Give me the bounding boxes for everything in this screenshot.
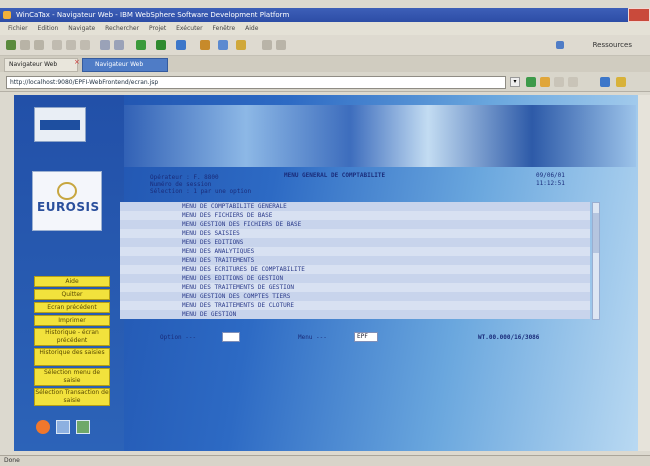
history-entries-button[interactable]: Historique des saisies	[34, 348, 110, 366]
menu-list-item[interactable]: MENU DE GESTION	[120, 310, 590, 319]
previous-screen-button[interactable]: Ecran précédent	[34, 302, 110, 313]
chevron-down-icon[interactable]: ▾	[510, 77, 520, 87]
menu-list-item[interactable]: MENU DE COMPTABILITE GENERALE	[120, 202, 590, 211]
perspective-icon	[556, 41, 564, 49]
screen-code: WT.00.000/16/3086	[478, 334, 540, 341]
menu-list-item[interactable]: MENU DES ANALYTIQUES	[120, 247, 590, 256]
home-icon[interactable]	[600, 77, 610, 87]
menu-list-item[interactable]: MENU DES TRAITEMENTS DE CLOTURE	[120, 301, 590, 310]
select-entry-menu-button[interactable]: Sélection menu de saisie	[34, 368, 110, 386]
favorites-icon[interactable]	[540, 77, 550, 87]
menu-project[interactable]: Projet	[149, 25, 166, 32]
open-type-icon[interactable]	[218, 40, 228, 50]
menu-file[interactable]: Fichier	[8, 25, 28, 32]
window-close-button[interactable]	[628, 8, 650, 22]
menu-list-item[interactable]: MENU DES TRAITEMENTS	[120, 256, 590, 265]
menu-help[interactable]: Aide	[245, 25, 258, 32]
window-title-bar: WinCaTax - Navigateur Web - IBM WebSpher…	[0, 8, 628, 22]
perspective-label[interactable]: Ressources	[593, 41, 632, 49]
operator-label: Opérateur : F. 8800	[150, 174, 219, 181]
menu-run[interactable]: Exécuter	[176, 25, 202, 32]
url-input[interactable]: http://localhost:9080/EPFI-WebFrontend/e…	[6, 76, 506, 89]
build-icon[interactable]	[200, 40, 210, 50]
app-icon	[3, 11, 11, 19]
menu-input[interactable]: EPF	[354, 332, 378, 342]
menu-list: MENU DE COMPTABILITE GENERALE MENU DES F…	[120, 202, 602, 322]
new-icon[interactable]	[6, 40, 16, 50]
history-icon[interactable]	[554, 77, 564, 87]
menu-list-item[interactable]: MENU DES EDITIONS	[120, 238, 590, 247]
debug-icon[interactable]	[156, 40, 166, 50]
header-banner-image	[116, 105, 636, 167]
run-icon[interactable]	[136, 40, 146, 50]
back-icon[interactable]	[262, 40, 272, 50]
select-entry-transaction-button[interactable]: Sélection Transaction de saisie	[34, 388, 110, 406]
tab-web-browser[interactable]: Navigateur Web	[4, 58, 78, 72]
screen-title: MENU GENERAL DE COMPTABILITE	[284, 172, 386, 179]
option-input[interactable]	[222, 332, 240, 342]
address-bar: http://localhost:9080/EPFI-WebFrontend/e…	[0, 72, 650, 92]
menu-list-item[interactable]: MENU GESTION DES COMPTES TIERS	[120, 292, 590, 301]
screen-date: 09/06/01	[536, 172, 565, 179]
print-icon[interactable]	[34, 40, 44, 50]
quit-button[interactable]: Quitter	[34, 289, 110, 300]
page-right-gutter	[638, 95, 650, 451]
print-button[interactable]: Imprimer	[34, 315, 110, 326]
screen-icon[interactable]	[56, 420, 70, 434]
bookmark-icon[interactable]	[616, 77, 626, 87]
save-icon[interactable]	[20, 40, 30, 50]
tab-web-browser-active[interactable]: Navigateur Web	[82, 58, 168, 72]
menu-list-item[interactable]: MENU DES EDITIONS DE GESTION	[120, 274, 590, 283]
screen-time: 11:12:51	[536, 180, 565, 187]
menu-label: Menu ---	[298, 334, 327, 341]
option-label: Option ---	[160, 334, 197, 341]
eurosis-logo: EUROSIS	[32, 171, 102, 231]
status-bar: Done	[0, 455, 650, 466]
refresh-icon[interactable]	[114, 40, 124, 50]
menu-search[interactable]: Rechercher	[105, 25, 139, 32]
cut-icon[interactable]	[52, 40, 62, 50]
session-label: Numéro de session	[150, 181, 212, 188]
history-previous-screen-button[interactable]: Historique - écran précédent	[34, 328, 110, 346]
paste-icon[interactable]	[80, 40, 90, 50]
menu-edit[interactable]: Edition	[38, 25, 59, 32]
menu-bar: Fichier Edition Navigate Rechercher Proj…	[0, 22, 650, 35]
stop-circle-icon[interactable]	[36, 420, 50, 434]
menu-list-item[interactable]: MENU DES SAISIES	[120, 229, 590, 238]
company-logo	[34, 107, 86, 142]
folder-icon[interactable]	[236, 40, 246, 50]
menu-list-item[interactable]: MENU DES ECRITURES DE COMPTABILITE	[120, 265, 590, 274]
close-icon[interactable]: ×	[74, 58, 80, 66]
menu-list-item[interactable]: MENU DES TRAITEMENTS DE GESTION	[120, 283, 590, 292]
forward-icon[interactable]	[276, 40, 286, 50]
stop-icon[interactable]	[568, 77, 578, 87]
editor-tab-bar: Navigateur Web × Navigateur Web	[0, 56, 650, 72]
menu-window[interactable]: Fenêtre	[213, 25, 236, 32]
document-icon[interactable]	[76, 420, 90, 434]
window-title: WinCaTax - Navigateur Web - IBM WebSpher…	[16, 11, 290, 19]
menu-list-item[interactable]: MENU GESTION DES FICHIERS DE BASE	[120, 220, 590, 229]
company-logo-mark	[40, 120, 80, 130]
help-button[interactable]: Aide	[34, 276, 110, 287]
left-navigation: EUROSIS Aide Quitter Ecran précédent Imp…	[14, 95, 124, 451]
eurosis-emblem-icon	[57, 182, 77, 200]
menu-list-item[interactable]: MENU DES FICHIERS DE BASE	[120, 211, 590, 220]
server-icon[interactable]	[176, 40, 186, 50]
go-icon[interactable]	[526, 77, 536, 87]
search-icon[interactable]	[100, 40, 110, 50]
scroll-thumb[interactable]	[593, 213, 599, 253]
toolbar: Ressources	[0, 35, 650, 56]
eurosis-logo-text: EUROSIS	[37, 200, 100, 214]
menu-list-scrollbar[interactable]	[592, 202, 600, 320]
copy-icon[interactable]	[66, 40, 76, 50]
selection-instruction: Sélection : 1 par une option	[150, 188, 252, 195]
menu-navigate[interactable]: Navigate	[68, 25, 95, 32]
browser-window: WinCaTax - Navigateur Web - IBM WebSpher…	[0, 0, 650, 466]
